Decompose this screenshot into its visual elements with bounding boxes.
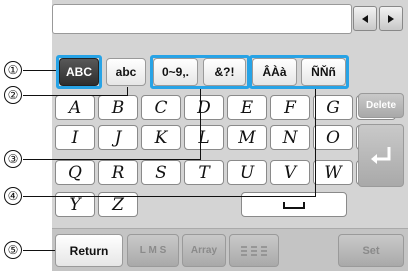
key-r[interactable]: R	[98, 160, 138, 185]
callout-4-line	[23, 196, 315, 197]
arrow-right-icon	[388, 14, 394, 23]
arrow-left-icon	[362, 14, 368, 23]
key-f[interactable]: F	[270, 95, 310, 120]
key-a[interactable]: A	[55, 95, 95, 120]
key-s[interactable]: S	[141, 160, 181, 185]
key-g[interactable]: G	[313, 95, 353, 120]
key-l[interactable]: L	[184, 125, 224, 150]
callout-1: ①	[4, 61, 22, 79]
delete-button[interactable]: Delete	[358, 93, 404, 118]
key-v[interactable]: V	[270, 160, 310, 185]
enter-return-icon	[371, 146, 391, 164]
key-i[interactable]: I	[55, 125, 95, 150]
callout-5: ⑤	[4, 241, 22, 259]
space-bar-icon	[283, 201, 305, 209]
cursor-left-button[interactable]	[353, 6, 377, 31]
accented-mode-button-1[interactable]: ÂÀà	[252, 58, 297, 86]
key-c[interactable]: C	[141, 95, 181, 120]
key-n[interactable]: N	[270, 125, 310, 150]
key-e[interactable]: E	[227, 95, 267, 120]
lowercase-mode-button[interactable]: abc	[106, 58, 146, 86]
text-input-field[interactable]	[52, 4, 352, 34]
key-q[interactable]: Q	[55, 160, 95, 185]
lms-button[interactable]: L M S	[127, 234, 179, 267]
return-button[interactable]: Return	[55, 234, 123, 267]
array-button[interactable]: Array	[182, 234, 226, 267]
numbers-mode-button[interactable]: 0~9,.	[153, 58, 198, 86]
cursor-right-button[interactable]	[379, 6, 403, 31]
align-lines-icon	[241, 245, 267, 256]
key-u[interactable]: U	[227, 160, 267, 185]
callout-1-line	[23, 70, 56, 71]
set-button[interactable]: Set	[338, 234, 404, 267]
key-m[interactable]: M	[227, 125, 267, 150]
callout-4-line-v	[315, 89, 316, 197]
key-j[interactable]: J	[98, 125, 138, 150]
callout-2-line	[23, 95, 127, 96]
callout-4: ④	[4, 187, 22, 205]
accented-mode-button-2[interactable]: ÑŇñ	[301, 58, 346, 86]
callout-2: ②	[4, 86, 22, 104]
callout-2-line-v	[127, 87, 128, 96]
callout-5-line	[23, 250, 55, 251]
uppercase-mode-button[interactable]: ABC	[59, 58, 99, 86]
symbols-mode-button[interactable]: &?!	[203, 58, 246, 86]
key-o[interactable]: O	[313, 125, 353, 150]
key-k[interactable]: K	[141, 125, 181, 150]
key-b[interactable]: B	[98, 95, 138, 120]
callout-3: ③	[4, 150, 22, 168]
key-t[interactable]: T	[184, 160, 224, 185]
key-d[interactable]: D	[184, 95, 224, 120]
enter-button[interactable]	[358, 124, 404, 187]
callout-3-line-v	[200, 89, 201, 160]
key-w[interactable]: W	[313, 160, 353, 185]
line-align-button[interactable]	[229, 234, 279, 267]
callout-3-line	[23, 159, 200, 160]
